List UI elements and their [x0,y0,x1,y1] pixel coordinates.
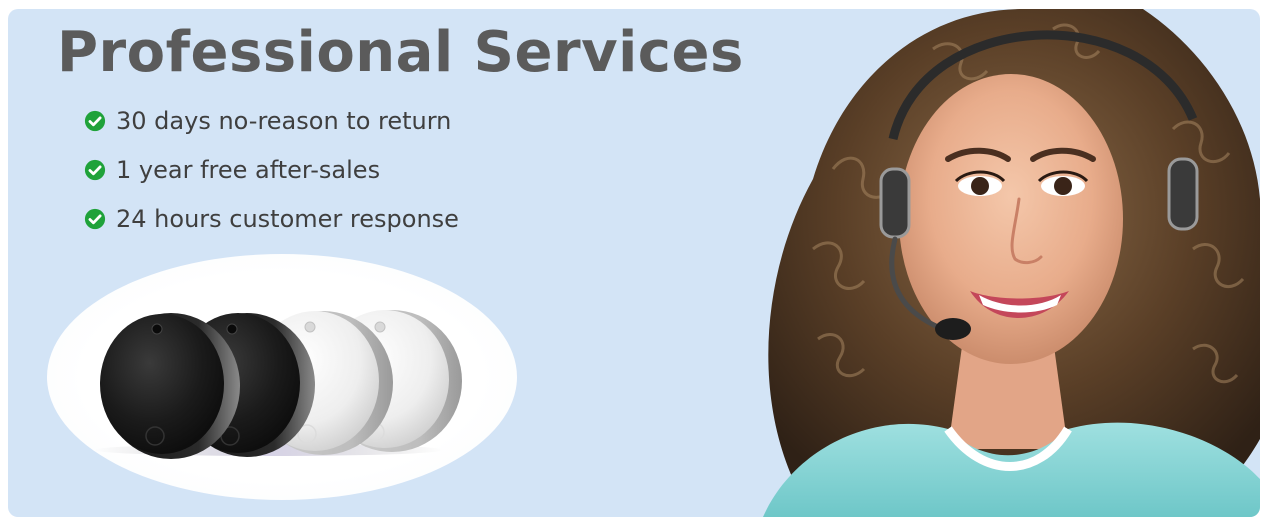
support-agent-headset-photo [763,9,1260,517]
feature-text: 1 year free after-sales [116,155,381,184]
feature-text: 30 days no-reason to return [116,106,452,135]
product-image-panel [47,254,517,500]
round-tracker-tags-image [94,310,462,459]
check-circle-icon [84,208,106,229]
feature-list: 30 days no-reason to return 1 year free … [84,96,459,243]
services-banner: Professional Services 30 days no-reason … [8,9,1260,517]
feature-item: 30 days no-reason to return [84,96,459,145]
feature-text: 24 hours customer response [116,204,459,233]
black-tag-front [100,313,240,459]
check-circle-icon [84,159,106,180]
check-circle-icon [84,110,106,131]
banner-title: Professional Services [57,20,744,85]
feature-item: 1 year free after-sales [84,145,459,194]
feature-item: 24 hours customer response [84,194,459,243]
